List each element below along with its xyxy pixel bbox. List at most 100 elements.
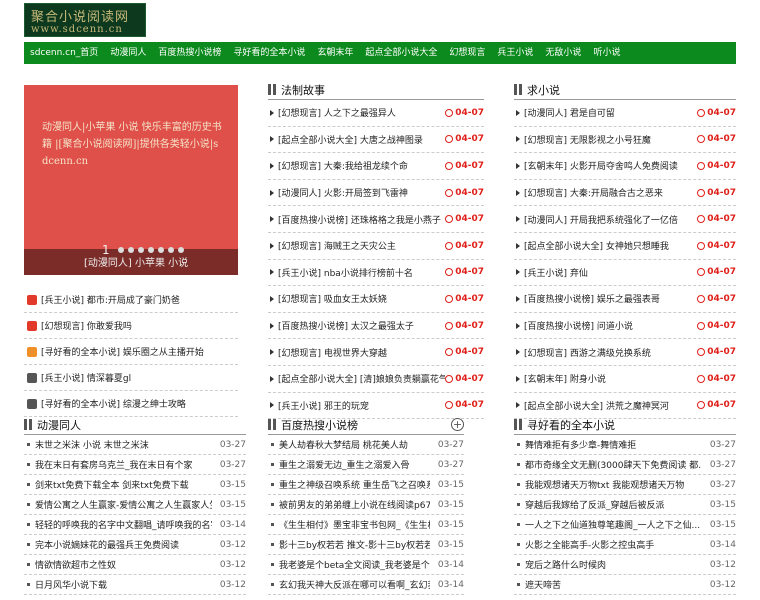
pager-dot[interactable] bbox=[118, 247, 124, 253]
list-item-title[interactable]: 我老婆是个beta全文阅读_我老婆是个beta bbox=[279, 558, 430, 571]
list-item-title[interactable]: [兵王小说] 弃仙 bbox=[524, 266, 697, 279]
nav-item-dongman[interactable]: 动漫同人 bbox=[104, 42, 152, 64]
list-item-title[interactable]: [幻想现言] 无限影视之小号狂魔 bbox=[524, 133, 697, 146]
list-item-title[interactable]: [幻想现言] 大秦:开局融合古之恶来 bbox=[524, 186, 697, 199]
list-item-title[interactable]: [兵王小说] 都市:开局成了豪门奶爸 bbox=[41, 293, 180, 306]
list-item[interactable]: 都市奇缘全文无删(3000肆天下免费阅读 都... 03-27 bbox=[514, 455, 736, 475]
list-item[interactable]: [幻想现言] 无限影视之小号狂魔 04-07 bbox=[514, 127, 736, 154]
list-item-title[interactable]: 舞情难拒有多少章-舞情难拒 bbox=[525, 438, 702, 451]
list-item-title[interactable]: [百度热搜小说榜] 还珠格格之我是小燕子 bbox=[278, 213, 445, 226]
nav-item-bingwang[interactable]: 兵王小说 bbox=[491, 42, 539, 64]
list-item-title[interactable]: [寻好看的全本小说] 综漫之绅士攻略 bbox=[41, 397, 186, 410]
list-item[interactable]: 末世之米沫 小说 末世之米沫 03-27 bbox=[24, 435, 246, 455]
list-item-title[interactable]: [起点全部小说大全] [清]娘娘负责躺赢花气 bbox=[278, 372, 445, 385]
list-item[interactable]: 美人劫春秋大梦结局 桃花美人劫 03-27 bbox=[268, 435, 464, 455]
nav-item-ting[interactable]: 听小说 bbox=[587, 42, 626, 64]
pager-dot[interactable] bbox=[168, 247, 174, 253]
list-item-title[interactable]: [百度热搜小说榜] 太汉之最强太子 bbox=[278, 319, 445, 332]
list-item-title[interactable]: [寻好看的全本小说] 娱乐圈之从主播开始 bbox=[41, 345, 204, 358]
list-item[interactable]: 我能观想诸天万物txt 我能观想诸天万物 03-27 bbox=[514, 475, 736, 495]
list-item[interactable]: [兵王小说] 弃仙 04-07 bbox=[514, 260, 736, 287]
banner-caption[interactable]: [动漫同人] 小苹果 小说 bbox=[84, 254, 188, 269]
list-item-title[interactable]: [兵王小说] 邪王的玩宠 bbox=[278, 399, 445, 412]
list-item-title[interactable]: 末世之米沫 小说 末世之米沫 bbox=[35, 438, 212, 451]
list-item[interactable]: 《生生相付》墨宝非宝书包网_《生生相付... 03-15 bbox=[268, 515, 464, 535]
list-item-title[interactable]: 我在末日有套房乌克兰_我在末日有个家 bbox=[35, 458, 212, 471]
pager-dot[interactable] bbox=[178, 247, 184, 253]
list-item-title[interactable]: [幻想现言] 大秦:我给祖龙续个命 bbox=[278, 159, 445, 172]
list-item[interactable]: 我在末日有套房乌克兰_我在末日有个家 03-27 bbox=[24, 455, 246, 475]
list-item-title[interactable]: [百度热搜小说榜] 娱乐之最强表哥 bbox=[524, 292, 697, 305]
list-item[interactable]: [玄朝末年] 火影开局夺舍鸣人免费阅读 04-07 bbox=[514, 153, 736, 180]
list-item-title[interactable]: 遮天啼苦 bbox=[525, 578, 702, 591]
list-item[interactable]: 重生之溺爱无边_重生之溺爱入骨 03-27 bbox=[268, 455, 464, 475]
pager-dot[interactable] bbox=[148, 247, 154, 253]
list-item-title[interactable]: [幻想现言] 海贼王之天灾公主 bbox=[278, 239, 445, 252]
list-item-title[interactable]: 重生之神级召唤系统 重生岳飞之召唤系统 bbox=[279, 478, 430, 491]
list-item[interactable]: 剑来txt免费下载全本 剑来txt免费下载 03-15 bbox=[24, 475, 246, 495]
list-item-title[interactable]: [兵王小说] 情深暮夏gl bbox=[41, 371, 131, 384]
list-item-title[interactable]: [动漫同人] 开局我把系统强化了一亿倍 bbox=[524, 213, 697, 226]
list-item-title[interactable]: 重生之溺爱无边_重生之溺爱入骨 bbox=[279, 458, 430, 471]
list-item[interactable]: 轻轻的呼唤我的名字中文翻唱_请呼唤我的名字 03-14 bbox=[24, 515, 246, 535]
list-item-title[interactable]: 影十三by权若若 推文-影十三by权若若 bbox=[279, 538, 430, 551]
list-item-title[interactable]: 都市奇缘全文无删(3000肆天下免费阅读 都... bbox=[525, 458, 702, 471]
list-item[interactable]: 遮天啼苦 03-12 bbox=[514, 575, 736, 595]
list-item[interactable]: [起点全部小说大全] 女神她只想睡我 04-07 bbox=[514, 233, 736, 260]
list-item[interactable]: [幻想现言] 大秦:开局融合古之恶来 04-07 bbox=[514, 180, 736, 207]
list-item-title[interactable]: 被前男友的弟弟缠上小说在线阅读p67-被前男友的... bbox=[279, 498, 430, 511]
list-item-title[interactable]: 一人之下之仙道独尊笔趣阁_一人之下之仙... bbox=[525, 518, 702, 531]
nav-item-xunhao[interactable]: 寻好看的全本小说 bbox=[227, 42, 311, 64]
list-item-title[interactable]: 玄幻我天神大反派在哪可以看啊_玄幻我天... bbox=[279, 578, 430, 591]
list-item-title[interactable]: [起点全部小说大全] 洪荒之魔神冥河 bbox=[524, 399, 697, 412]
list-item[interactable]: 火影之全能高手-火影之控虫高手 03-14 bbox=[514, 535, 736, 555]
list-item-title[interactable]: [起点全部小说大全] 大唐之战神图录 bbox=[278, 133, 445, 146]
list-item[interactable]: [兵王小说] 都市:开局成了豪门奶爸 bbox=[24, 287, 238, 313]
list-item-title[interactable]: [玄朝末年] 附身小说 bbox=[524, 372, 697, 385]
list-item[interactable]: [幻想现言] 你敢爱我吗 bbox=[24, 313, 238, 339]
list-item-title[interactable]: [幻想现言] 人之下之最强异人 bbox=[278, 106, 445, 119]
list-item[interactable]: 穿越后我嫁给了反派_穿越后被反派 03-15 bbox=[514, 495, 736, 515]
list-item-title[interactable]: 火影之全能高手-火影之控虫高手 bbox=[525, 538, 702, 551]
list-item[interactable]: 重生之神级召唤系统 重生岳飞之召唤系统 03-15 bbox=[268, 475, 464, 495]
list-item[interactable]: [幻想现言] 海贼王之天灾公主 04-07 bbox=[268, 233, 484, 260]
list-item-title[interactable]: 《生生相付》墨宝非宝书包网_《生生相付... bbox=[279, 518, 430, 531]
list-item[interactable]: 日月风华小说下载 03-12 bbox=[24, 575, 246, 595]
list-item-title[interactable]: 宠后之路什么时候肉 bbox=[525, 558, 702, 571]
list-item[interactable]: [幻想现言] 电视世界大穿越 04-07 bbox=[268, 339, 484, 366]
list-item[interactable]: 玄幻我天神大反派在哪可以看啊_玄幻我天... 03-14 bbox=[268, 575, 464, 595]
list-item[interactable]: [百度热搜小说榜] 娱乐之最强表哥 04-07 bbox=[514, 286, 736, 313]
list-item[interactable]: [动漫同人] 君是自可留 04-07 bbox=[514, 100, 736, 127]
site-logo[interactable]: 聚合小说阅读网 www.sdcenn.cn bbox=[24, 3, 146, 37]
list-item-title[interactable]: [幻想现言] 你敢爱我吗 bbox=[41, 319, 132, 332]
nav-item-xuanchao[interactable]: 玄朝末年 bbox=[311, 42, 359, 64]
list-item[interactable]: [动漫同人] 开局我把系统强化了一亿倍 04-07 bbox=[514, 206, 736, 233]
pager-dot[interactable] bbox=[128, 247, 134, 253]
list-item-title[interactable]: 剑来txt免费下载全本 剑来txt免费下载 bbox=[35, 478, 212, 491]
list-item-title[interactable]: 情欲情欲超市之性奴 bbox=[35, 558, 212, 571]
list-item-title[interactable]: 日月风华小说下载 bbox=[35, 578, 212, 591]
list-item-title[interactable]: [起点全部小说大全] 女神她只想睡我 bbox=[524, 239, 697, 252]
list-item-title[interactable]: [兵王小说] nba小说排行榜前十名 bbox=[278, 266, 445, 279]
list-item[interactable]: 宠后之路什么时候肉 03-12 bbox=[514, 555, 736, 575]
list-item-title[interactable]: 轻轻的呼唤我的名字中文翻唱_请呼唤我的名字 bbox=[35, 518, 212, 531]
list-item[interactable]: [幻想现言] 大秦:我给祖龙续个命 04-07 bbox=[268, 153, 484, 180]
list-item-title[interactable]: [动漫同人] 君是自可留 bbox=[524, 106, 697, 119]
list-item[interactable]: 情欲情欲超市之性奴 03-12 bbox=[24, 555, 246, 575]
list-item-title[interactable]: [幻想现言] 吸血女王太妖娆 bbox=[278, 292, 445, 305]
nav-item-baidu[interactable]: 百度热搜小说榜 bbox=[152, 42, 227, 64]
list-item[interactable]: [寻好看的全本小说] 娱乐圈之从主播开始 bbox=[24, 339, 238, 365]
list-item-title[interactable]: 完本小说嫡妹花的最强兵王免费阅读 bbox=[35, 538, 212, 551]
list-item-title[interactable]: 爱情公寓之人生赢家-爱情公寓之人生赢家人生 bbox=[35, 498, 212, 511]
list-item-title[interactable]: [百度热搜小说榜] 问道小说 bbox=[524, 319, 697, 332]
list-item[interactable]: [幻想现言] 西游之满级兑换系统 04-07 bbox=[514, 339, 736, 366]
nav-item-qidian[interactable]: 起点全部小说大全 bbox=[359, 42, 443, 64]
more-plus-icon[interactable]: + bbox=[451, 418, 464, 431]
list-item[interactable]: 我老婆是个beta全文阅读_我老婆是个beta 03-14 bbox=[268, 555, 464, 575]
list-item[interactable]: [起点全部小说大全] 大唐之战神图录 04-07 bbox=[268, 127, 484, 154]
list-item[interactable]: [幻想现言] 吸血女王太妖娆 04-07 bbox=[268, 286, 484, 313]
list-item-title[interactable]: [幻想现言] 西游之满级兑换系统 bbox=[524, 346, 697, 359]
pager-dot[interactable] bbox=[138, 247, 144, 253]
list-item-title[interactable]: [动漫同人] 火影:开局签到飞雷神 bbox=[278, 186, 445, 199]
list-item[interactable]: 舞情难拒有多少章-舞情难拒 03-27 bbox=[514, 435, 736, 455]
